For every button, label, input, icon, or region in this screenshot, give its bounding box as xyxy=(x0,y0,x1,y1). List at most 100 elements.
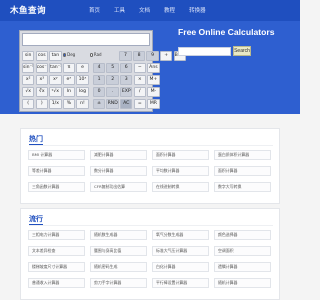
tool-link[interactable]: 氧气分数生成器 xyxy=(152,230,209,240)
calc-key[interactable]: x³ xyxy=(35,74,48,86)
tool-link[interactable]: 面积计算器 xyxy=(152,150,209,160)
tool-link[interactable]: 普通收入计算器 xyxy=(28,278,85,288)
tool-link[interactable]: 平均数计算器 xyxy=(152,166,209,176)
tool-link[interactable]: 随机密码生成 xyxy=(90,262,147,272)
tool-link[interactable]: 在线进制转换 xyxy=(152,182,209,192)
calc-row: √x ∛x ʸ√x ln log 0. EXP / M- xyxy=(22,86,160,98)
calc-key[interactable]: 1/x xyxy=(49,98,62,110)
divider xyxy=(29,145,273,146)
calc-key[interactable]: 10ˣ xyxy=(76,74,89,86)
angle-mode-rad-radio[interactable]: Rad xyxy=(89,51,116,61)
calc-key[interactable]: 3 xyxy=(120,74,133,86)
tool-link[interactable]: 三角函数计算器 xyxy=(28,182,85,192)
calc-key[interactable]: ∛x xyxy=(35,86,48,98)
tool-link[interactable]: 标准大气压计算器 xyxy=(152,246,209,256)
calc-key[interactable]: = xyxy=(133,98,147,110)
calc-key[interactable]: 8 xyxy=(132,51,146,62)
search-button[interactable]: Search xyxy=(233,46,251,56)
tool-link[interactable]: BMI 计算器 xyxy=(28,150,85,160)
nav-item-docs[interactable]: 文档 xyxy=(139,6,150,14)
nav-item-converters[interactable]: 转换器 xyxy=(189,6,206,14)
top-navigation-bar: 木鱼查询 首页 工具 文档 教程 转换器 xyxy=(0,0,300,21)
radio-dot-icon xyxy=(89,53,93,57)
tool-link[interactable]: 数字大写转换 xyxy=(214,182,271,192)
nav-item-tools[interactable]: 工具 xyxy=(114,6,125,14)
tool-link[interactable]: 空调面积 xyxy=(214,246,271,256)
calc-key[interactable]: tan⁻¹ xyxy=(49,62,62,74)
radio-label: Rad xyxy=(93,52,102,57)
calc-key[interactable]: eˣ xyxy=(62,74,76,86)
calc-key[interactable]: cos⁻¹ xyxy=(35,62,48,74)
calc-key[interactable]: ʸ√x xyxy=(49,86,62,98)
tool-link[interactable]: 文本差异检查 xyxy=(28,246,85,256)
calc-key[interactable]: 1 xyxy=(92,74,106,86)
calc-key[interactable]: n! xyxy=(76,98,89,110)
calc-key[interactable]: 6 xyxy=(120,62,133,74)
tool-link[interactable]: 数分计算器 xyxy=(90,166,147,176)
calc-key[interactable]: % xyxy=(62,98,76,110)
calc-key[interactable]: sin xyxy=(22,51,35,62)
calc-row: sin⁻¹ cos⁻¹ tan⁻¹ π e 4 5 6− Ans xyxy=(22,62,160,74)
calc-key[interactable]: e xyxy=(76,62,89,74)
section-title-hot: 热门 xyxy=(29,135,43,143)
calculator-display[interactable] xyxy=(22,33,150,46)
tool-link[interactable]: 随机计算器 xyxy=(214,278,271,288)
tool-link[interactable]: 剪刀手字计算器 xyxy=(90,278,147,288)
calc-key[interactable]: EXP xyxy=(120,86,133,98)
angle-mode-deg-radio[interactable]: Deg xyxy=(62,51,89,61)
calc-key[interactable]: x² xyxy=(22,74,35,86)
calc-key[interactable]: RND xyxy=(106,98,119,110)
calc-key[interactable]: 7 xyxy=(119,51,132,62)
site-logo[interactable]: 木鱼查询 xyxy=(10,4,46,16)
calc-key[interactable]: Ans xyxy=(147,62,160,74)
calc-key[interactable]: 4 xyxy=(92,62,106,74)
calc-key[interactable]: + xyxy=(160,51,173,62)
calc-row: x² x³ xʸ eˣ 10ˣ 1 2 3 × M+ xyxy=(22,74,160,86)
tool-link[interactable]: 遗嘱计算器 xyxy=(214,262,271,272)
calc-key[interactable]: xʸ xyxy=(49,74,62,86)
calc-key[interactable]: tan xyxy=(49,51,62,62)
calc-key[interactable]: × xyxy=(133,74,147,86)
section-title-popular: 流行 xyxy=(29,215,43,223)
tool-link[interactable]: CFR复制功出估算 xyxy=(90,182,147,192)
calc-key[interactable]: 2 xyxy=(106,74,119,86)
calc-key[interactable]: ( xyxy=(22,98,35,110)
tool-link[interactable]: 三相电力计算器 xyxy=(28,230,85,240)
calc-key[interactable]: π xyxy=(62,62,76,74)
calc-key[interactable]: M+ xyxy=(147,74,160,86)
calc-key[interactable]: . xyxy=(106,86,119,98)
tool-link[interactable]: 等差计算器 xyxy=(28,166,85,176)
calc-key[interactable]: − xyxy=(133,62,147,74)
tool-link[interactable]: 蛋白质体积计算器 xyxy=(214,150,271,160)
calc-key[interactable]: √x xyxy=(22,86,35,98)
tool-link[interactable]: 腰围与身高比值 xyxy=(90,246,147,256)
divider xyxy=(29,225,273,226)
calc-key[interactable]: / xyxy=(133,86,147,98)
calc-key[interactable]: MR xyxy=(147,98,160,110)
calculator-keypad: sincostanDegRad789+Backsin⁻¹cos⁻¹tan⁻¹πe… xyxy=(22,51,186,111)
radio-dot-icon xyxy=(62,53,67,57)
nav-item-tutorials[interactable]: 教程 xyxy=(164,6,175,14)
calc-key[interactable]: AC xyxy=(120,98,133,110)
calc-key[interactable]: sin⁻¹ xyxy=(22,62,35,74)
radio-label: Deg xyxy=(67,52,76,57)
calc-key[interactable]: M- xyxy=(147,86,160,98)
tool-link[interactable]: 颜色选择器 xyxy=(214,230,271,240)
calc-key[interactable]: ± xyxy=(92,98,106,110)
calc-key[interactable]: 0 xyxy=(92,86,106,98)
calc-key[interactable]: ln xyxy=(62,86,76,98)
tool-link[interactable]: 楼梯坡度尺寸计算器 xyxy=(28,262,85,272)
tool-link[interactable]: 平行棒设置计算器 xyxy=(152,278,209,288)
calc-key[interactable]: log xyxy=(76,86,89,98)
calc-key[interactable]: ) xyxy=(35,98,48,110)
tool-link[interactable]: 面积计算器 xyxy=(214,166,271,176)
tool-link[interactable]: 减肥计算器 xyxy=(90,150,147,160)
calc-key[interactable]: 5 xyxy=(106,62,119,74)
calc-key[interactable]: 9 xyxy=(146,51,159,62)
title-underline xyxy=(29,224,43,225)
tool-link[interactable]: 随机数生成器 xyxy=(90,230,147,240)
calc-key[interactable]: cos xyxy=(35,51,48,62)
tool-link[interactable]: 白化计算器 xyxy=(152,262,209,272)
nav-item-home[interactable]: 首页 xyxy=(89,6,100,14)
search-input[interactable] xyxy=(178,47,231,56)
